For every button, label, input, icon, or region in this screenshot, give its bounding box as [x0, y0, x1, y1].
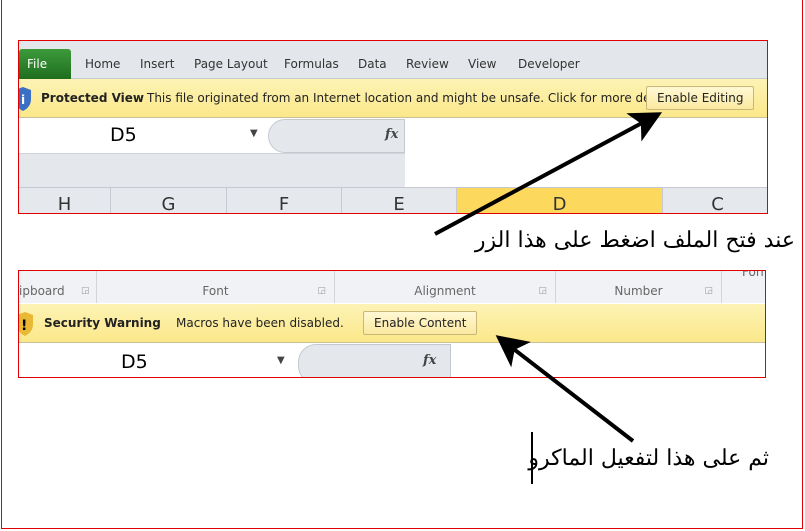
arrow-to-enable-editing	[434, 112, 663, 236]
annotation-first: عند فتح الملف اضغط على هذا الزر	[474, 228, 795, 253]
annotation-second: ثم على هذا لتفعيل الماكرو	[528, 446, 769, 471]
arrow-to-enable-content	[495, 335, 635, 443]
